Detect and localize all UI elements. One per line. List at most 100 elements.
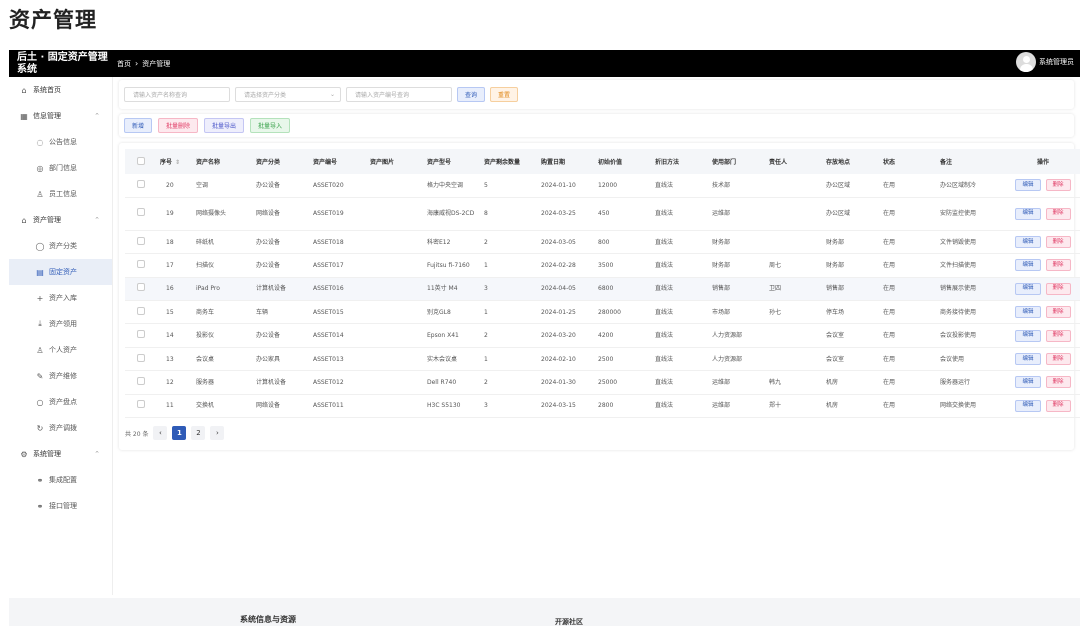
footer: 系统信息与资源 开源社区 bbox=[9, 598, 1080, 626]
batch-delete-button[interactable]: 批量删除 bbox=[158, 118, 199, 133]
sidebar-item-12[interactable]: ○ 资产盘点 bbox=[9, 389, 112, 415]
row-checkbox[interactable] bbox=[137, 306, 145, 315]
table-cell bbox=[370, 371, 427, 394]
row-checkbox[interactable] bbox=[137, 236, 145, 245]
breadcrumb: 首页 › 资产管理 bbox=[117, 59, 170, 69]
sidebar-item-0[interactable]: ⌂ 系统首页 bbox=[9, 77, 112, 103]
column-header-label: 备注 bbox=[940, 159, 953, 166]
edit-button[interactable]: 编辑 bbox=[1015, 259, 1041, 272]
sidebar-item-7[interactable]: ▤ 固定资产 bbox=[9, 259, 112, 285]
user-menu[interactable]: 系统管理员 bbox=[1016, 52, 1074, 72]
row-checkbox[interactable] bbox=[137, 283, 145, 292]
table-cell: 1 bbox=[484, 355, 488, 363]
row-checkbox[interactable] bbox=[137, 353, 145, 362]
sidebar-item-4[interactable]: ♙ 员工信息 bbox=[9, 181, 112, 207]
avatar[interactable] bbox=[1016, 52, 1036, 72]
table-cell: 运维部 bbox=[712, 402, 731, 410]
sidebar-item-6[interactable]: ◯ 资产分类 bbox=[9, 233, 112, 259]
reset-button[interactable]: 重置 bbox=[490, 87, 519, 102]
table-row[interactable]: 16 iPad Pro 计算机设备 ASSET016 11英寸 M4 3 2024-04-0… bbox=[125, 277, 1080, 301]
query-button[interactable]: 查询 bbox=[457, 87, 486, 102]
column-header[interactable] bbox=[125, 149, 160, 174]
table-cell: 会议投影使用 bbox=[940, 332, 977, 340]
column-header-label: 资产名称 bbox=[196, 159, 221, 166]
row-checkbox[interactable] bbox=[137, 330, 145, 339]
add-button[interactable]: 新增 bbox=[124, 118, 153, 133]
table-cell: 会议桌 bbox=[196, 355, 215, 363]
edit-button[interactable]: 编辑 bbox=[1015, 207, 1041, 220]
column-header: 资产型号 bbox=[427, 149, 484, 174]
batch-export-button[interactable]: 批量导出 bbox=[204, 118, 245, 133]
table-row[interactable]: 15 商务车 车辆 ASSET015 别克GL8 1 2024-01-25 280000 直线法… bbox=[125, 301, 1080, 324]
asset-code-search-input[interactable]: 请输入资产编号查询 bbox=[346, 87, 452, 102]
delete-button[interactable]: 删除 bbox=[1045, 236, 1071, 249]
edit-button[interactable]: 编辑 bbox=[1015, 353, 1041, 366]
row-checkbox[interactable] bbox=[137, 179, 145, 188]
sidebar-item-1[interactable]: ▦ 信息管理 ⌃ bbox=[9, 103, 112, 129]
edit-button[interactable]: 编辑 bbox=[1015, 399, 1041, 412]
table-cell: Epson X41 bbox=[427, 332, 459, 340]
row-checkbox[interactable] bbox=[137, 208, 145, 217]
sidebar-item-5[interactable]: ⌂ 资产管理 ⌃ bbox=[9, 207, 112, 233]
row-actions: 编辑 删除 bbox=[1000, 277, 1080, 300]
table-row[interactable]: 19 网络摄像头 网络设备 ASSET019 海康威视DS-2CD 8 2024-03-25… bbox=[125, 197, 1080, 231]
delete-button[interactable]: 删除 bbox=[1045, 353, 1071, 366]
delete-button[interactable]: 删除 bbox=[1045, 179, 1071, 192]
table-cell bbox=[370, 301, 427, 324]
edit-button[interactable]: 编辑 bbox=[1015, 329, 1041, 342]
prev-page-button[interactable]: ‹ bbox=[153, 426, 168, 441]
edit-button[interactable]: 编辑 bbox=[1015, 179, 1041, 192]
breadcrumb-home[interactable]: 首页 bbox=[117, 59, 131, 69]
edit-button[interactable]: 编辑 bbox=[1015, 376, 1041, 389]
edit-button[interactable]: 编辑 bbox=[1015, 236, 1041, 249]
delete-button[interactable]: 删除 bbox=[1045, 399, 1071, 412]
delete-button[interactable]: 删除 bbox=[1045, 259, 1071, 272]
table-row[interactable]: 12 服务器 计算机设备 ASSET012 Dell R740 2 2024-01-30 25… bbox=[125, 371, 1080, 395]
sidebar-item-13[interactable]: ↻ 资产调拨 bbox=[9, 415, 112, 441]
row-checkbox[interactable] bbox=[137, 376, 145, 385]
sidebar-item-10[interactable]: ♙ 个人资产 bbox=[9, 337, 112, 363]
chevron-up-icon: ⌃ bbox=[94, 216, 100, 224]
table-row[interactable]: 20 空调 办公设备 ASSET020 格力中央空调 5 2024-01-10 12000 直线… bbox=[125, 174, 1080, 198]
sidebar-item-3[interactable]: ◎ 部门信息 bbox=[9, 155, 112, 181]
table-row[interactable]: 17 扫描仪 办公设备 ASSET017 Fujitsu fi-7160 1 2024-02… bbox=[125, 254, 1080, 278]
sidebar-item-8[interactable]: + 资产入库 bbox=[9, 285, 112, 311]
sort-icon[interactable]: ⇕ bbox=[175, 159, 180, 166]
sidebar-item-2[interactable]: ◌ 公告信息 bbox=[9, 129, 112, 155]
delete-button[interactable]: 删除 bbox=[1045, 207, 1071, 220]
page-button[interactable]: 2 bbox=[191, 426, 206, 441]
table-row[interactable]: 11 交换机 网络设备 ASSET011 H3C S5130 3 2024-03-15 280… bbox=[125, 394, 1080, 418]
table-cell: 直线法 bbox=[655, 238, 674, 246]
table-cell: 安防监控使用 bbox=[940, 210, 977, 218]
sidebar-item-14[interactable]: ⚙ 系统管理 ⌃ bbox=[9, 441, 112, 467]
row-checkbox[interactable] bbox=[137, 259, 145, 268]
column-header: 存放地点 bbox=[826, 149, 883, 174]
delete-button[interactable]: 删除 bbox=[1045, 329, 1071, 342]
row-checkbox[interactable] bbox=[137, 400, 145, 409]
next-page-button[interactable]: › bbox=[210, 426, 225, 441]
sidebar-item-9[interactable]: ⤓ 资产领用 bbox=[9, 311, 112, 337]
page-button[interactable]: 1 bbox=[172, 426, 187, 441]
table-cell: 5 bbox=[484, 181, 488, 189]
table-row[interactable]: 18 碎纸机 办公设备 ASSET018 科密E12 2 2024-03-05 800 直线法 财… bbox=[125, 230, 1080, 254]
table-cell: 450 bbox=[598, 210, 610, 218]
column-header: 资产编号 bbox=[313, 149, 370, 174]
edit-button[interactable]: 编辑 bbox=[1015, 306, 1041, 319]
delete-button[interactable]: 删除 bbox=[1045, 376, 1071, 389]
table-row[interactable]: 13 会议桌 办公家具 ASSET013 实木会议桌 1 2024-02-10 2500 直线法… bbox=[125, 347, 1080, 371]
table-cell: 15 bbox=[166, 308, 174, 316]
column-header[interactable]: 序号 ⇕ bbox=[160, 149, 196, 174]
sidebar-item-15[interactable]: ⚭ 集成配置 bbox=[9, 467, 112, 493]
sidebar-item-16[interactable]: ⚭ 接口管理 bbox=[9, 493, 112, 519]
batch-import-button[interactable]: 批量导入 bbox=[250, 118, 291, 133]
asset-name-search-input[interactable]: 请输入资产名称查询 bbox=[124, 87, 230, 102]
edit-button[interactable]: 编辑 bbox=[1015, 282, 1041, 295]
asset-category-select[interactable]: 请选择资产分类 ⌄ bbox=[235, 87, 341, 102]
sidebar-item-11[interactable]: ✎ 资产维修 bbox=[9, 363, 112, 389]
select-all-checkbox[interactable] bbox=[137, 156, 145, 165]
table-cell: 销售展示使用 bbox=[940, 285, 977, 293]
delete-button[interactable]: 删除 bbox=[1045, 282, 1071, 295]
user-name[interactable]: 系统管理员 bbox=[1039, 57, 1074, 67]
table-row[interactable]: 14 投影仪 办公设备 ASSET014 Epson X41 2 2024-03-20 420… bbox=[125, 324, 1080, 348]
delete-button[interactable]: 删除 bbox=[1045, 306, 1071, 319]
